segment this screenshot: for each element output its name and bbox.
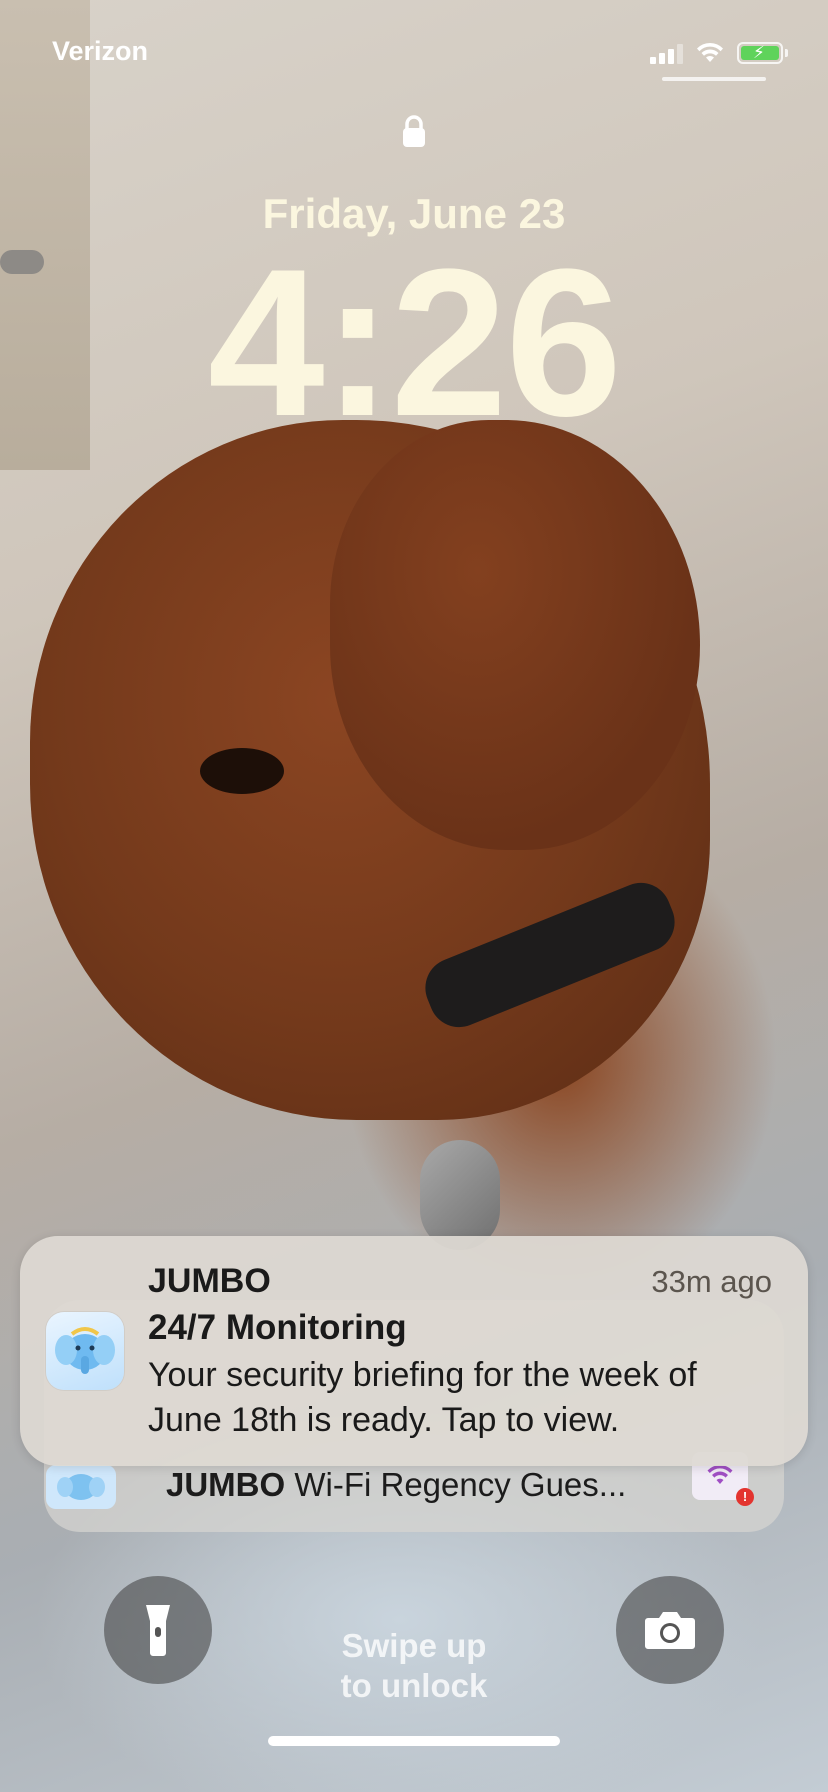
cellular-signal-icon [650, 44, 683, 64]
wifi-icon [697, 42, 723, 62]
stacked-notification-text: JUMBO Wi-Fi Regency Gues... [166, 1466, 626, 1504]
jumbo-elephant-icon [46, 1312, 124, 1390]
notification-app-name: JUMBO [148, 1262, 271, 1300]
status-bar: Verizon ⚡ [52, 36, 788, 76]
swipe-hint-line2: to unlock [340, 1667, 488, 1704]
dog-eye [200, 748, 284, 794]
status-icons: ⚡ [650, 40, 788, 64]
battery-icon: ⚡ [737, 42, 783, 64]
stacked-notification-preview: Wi-Fi Regency Gues... [294, 1466, 627, 1503]
dog-ear [330, 420, 700, 850]
swipe-up-hint: Swipe up to unlock [0, 1626, 828, 1706]
swipe-hint-line1: Swipe up [341, 1627, 487, 1664]
stacked-notification-app: JUMBO [166, 1466, 286, 1503]
notification-time: 33m ago [651, 1264, 772, 1299]
carrier-label: Verizon [52, 36, 149, 66]
notification-body: Your security briefing for the week of J… [148, 1356, 697, 1439]
charging-bolt-icon: ⚡ [753, 43, 765, 62]
alert-badge-icon: ! [736, 1488, 754, 1506]
dog-tags [420, 1140, 500, 1250]
jumbo-elephant-icon [46, 1465, 116, 1509]
lock-time: 4:26 [207, 225, 622, 460]
lock-icon [403, 115, 425, 147]
notification-title: 24/7 Monitoring [148, 1308, 407, 1347]
home-indicator[interactable] [268, 1736, 560, 1746]
control-center-indicator[interactable] [662, 77, 766, 81]
